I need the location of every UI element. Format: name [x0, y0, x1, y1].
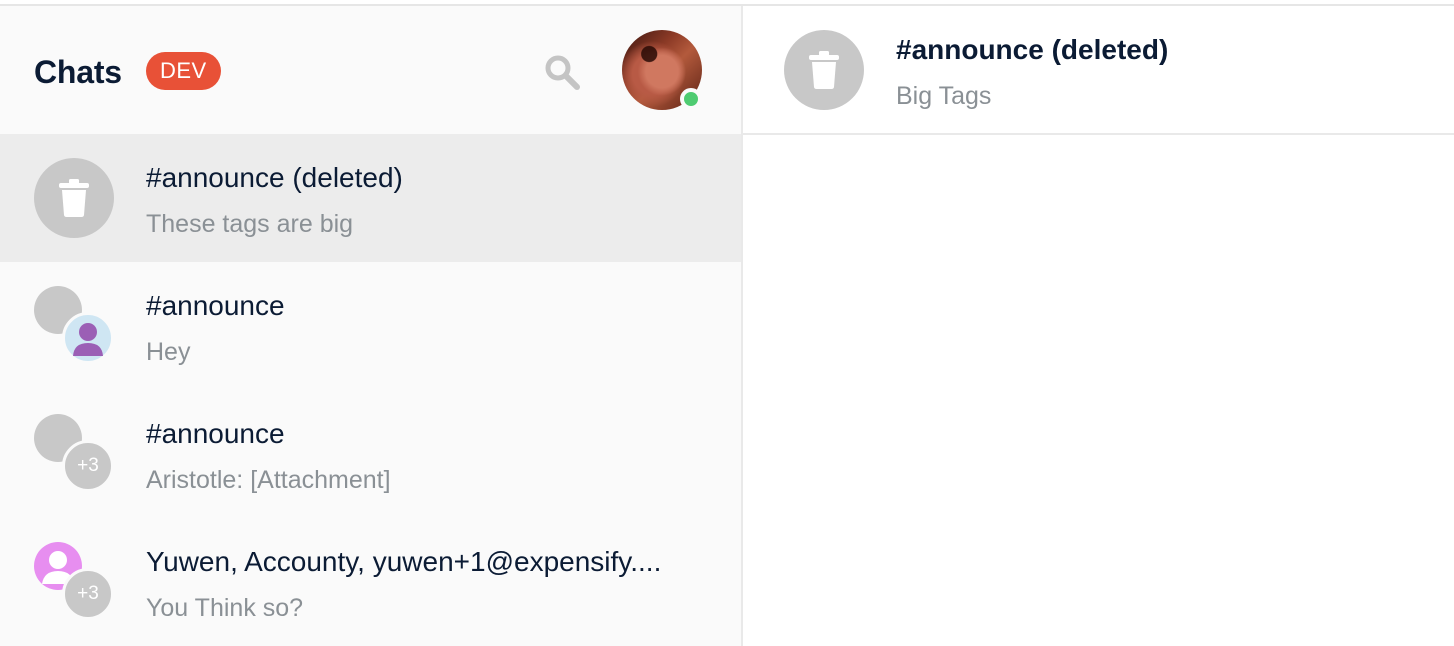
chat-name: #announce (deleted) [146, 162, 403, 193]
chat-title: #announce (deleted) [896, 34, 1169, 65]
chat-header-avatar [784, 30, 864, 110]
chat-list-item[interactable]: #announce Hey [0, 262, 741, 390]
page-title: Chats [34, 54, 122, 90]
chat-header[interactable]: #announce (deleted) Big Tags [743, 6, 1454, 135]
chat-list-item[interactable]: +3 Yuwen, Accounty, yuwen+1@expensify...… [0, 518, 741, 646]
trash-icon [809, 51, 839, 89]
chat-preview: Hey [146, 338, 191, 366]
chat-list: #announce (deleted) These tags are big #… [0, 134, 741, 646]
chat-list-item[interactable]: #announce (deleted) These tags are big [0, 134, 741, 262]
chat-name: #announce [146, 418, 285, 449]
chat-avatar [34, 158, 114, 238]
chat-preview: These tags are big [146, 210, 354, 238]
chat-list-item[interactable]: +3 #announce Aristotle: [Attachment] [0, 390, 741, 518]
sidebar-header: Chats DEV [0, 6, 741, 134]
participant-count-badge: +3 [62, 568, 114, 620]
chat-avatar [62, 312, 114, 364]
sidebar: Chats DEV #announce (deleted) These tags… [0, 6, 743, 646]
profile-avatar-button[interactable] [622, 30, 702, 110]
participant-count-badge: +3 [62, 440, 114, 492]
trash-icon [59, 179, 89, 217]
chat-subtitle: Big Tags [896, 82, 992, 110]
person-icon [73, 323, 103, 356]
online-status-indicator [680, 88, 702, 110]
chat-preview: You Think so? [146, 594, 304, 622]
environment-badge: DEV [146, 52, 221, 90]
search-icon [545, 55, 580, 90]
search-button[interactable] [540, 50, 584, 94]
chat-preview: Aristotle: [Attachment] [146, 466, 391, 494]
chat-name: Yuwen, Accounty, yuwen+1@expensify.... [146, 546, 662, 577]
chat-name: #announce [146, 290, 285, 321]
